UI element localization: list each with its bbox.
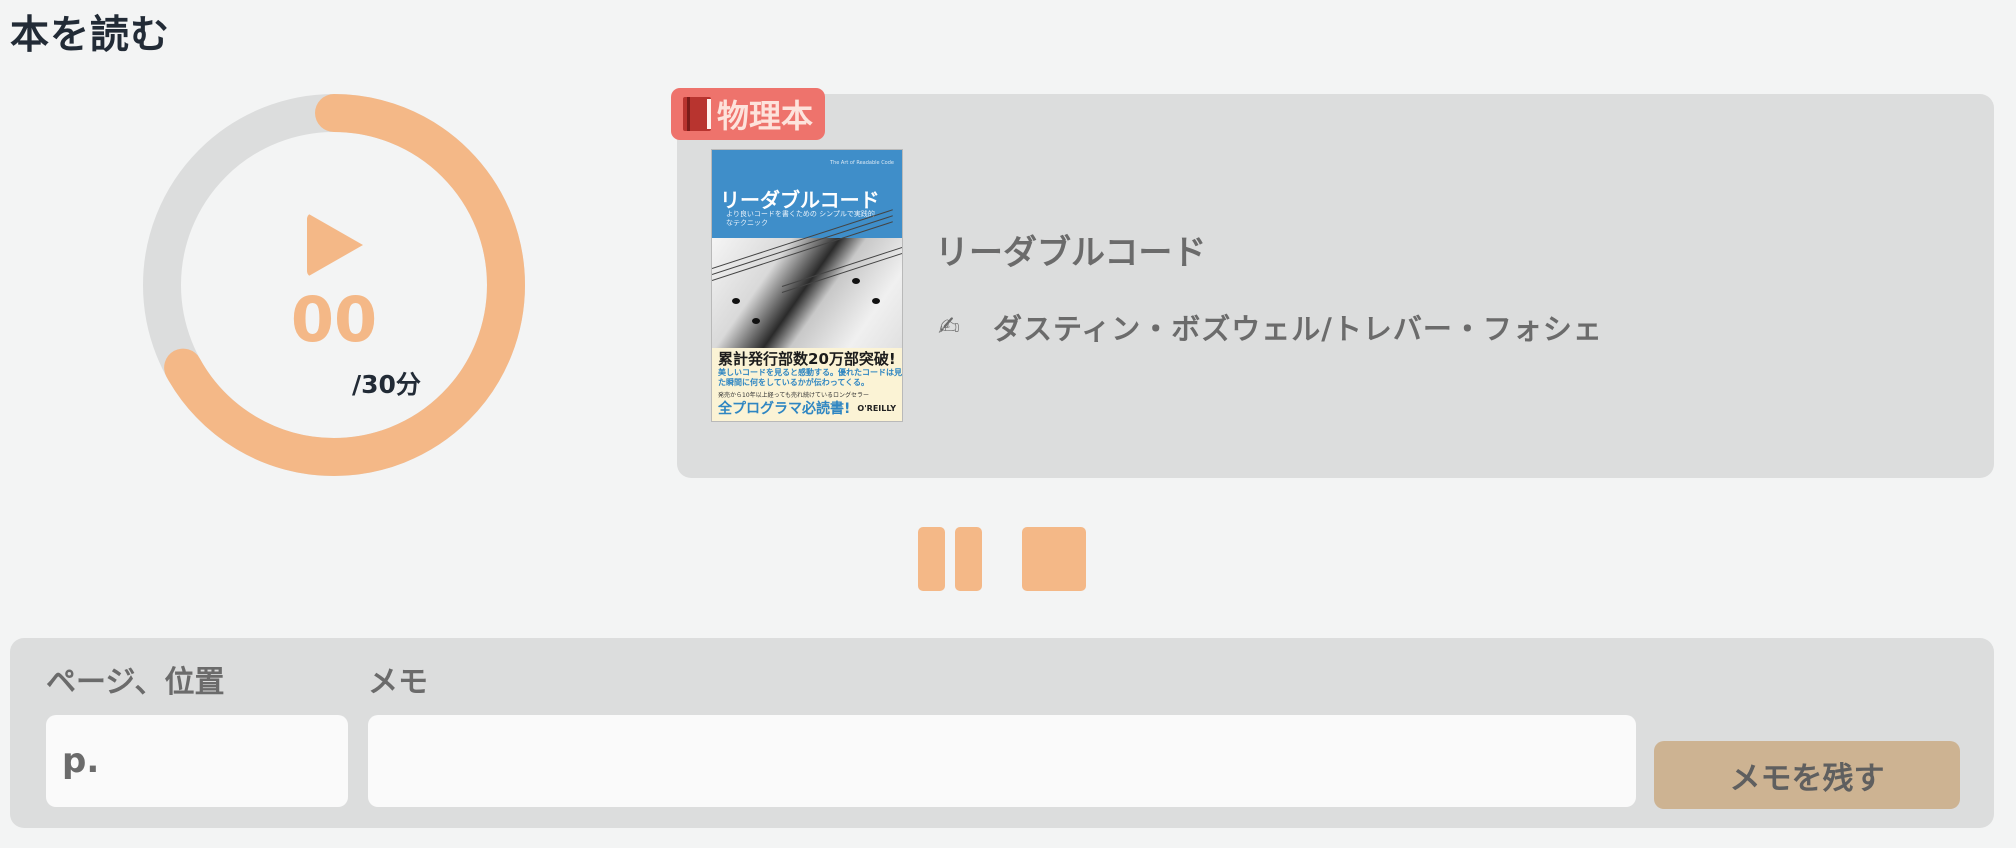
elapsed-minutes: 00 bbox=[290, 283, 378, 356]
cover-subtitle: より良いコードを書くための シンプルで実践的なテクニック bbox=[726, 210, 875, 227]
memo-input[interactable] bbox=[368, 715, 1636, 807]
book-author: ダスティン・ボズウェル/トレバー・フォシェ bbox=[993, 312, 1603, 346]
play-icon[interactable] bbox=[307, 213, 363, 277]
cover-small-text: The Art of Readable Code bbox=[830, 160, 894, 166]
cover-tagline: 全プログラマ必読書! bbox=[718, 401, 851, 417]
cover-sheet-music-image bbox=[712, 209, 902, 348]
red-book-icon bbox=[683, 97, 711, 131]
book-type-label: 物理本 bbox=[717, 97, 814, 135]
cover-header: The Art of Readable Code リーダブルコード より良いコー… bbox=[712, 150, 902, 238]
page-position-label: ページ、位置 bbox=[46, 665, 225, 700]
pause-icon-bar bbox=[955, 527, 982, 591]
pen-icon: ✍ bbox=[938, 312, 960, 342]
stop-button[interactable] bbox=[1022, 527, 1086, 591]
cover-publisher-logo: O'REILLY bbox=[857, 404, 896, 413]
cover-title: リーダブルコード bbox=[720, 188, 880, 212]
book-title: リーダブルコード bbox=[935, 233, 1207, 273]
reading-timer: 00 /30分 bbox=[142, 93, 526, 477]
pause-button[interactable] bbox=[918, 527, 982, 591]
book-type-badge: 物理本 bbox=[671, 88, 826, 140]
page-title: 本を読む bbox=[10, 13, 171, 58]
goal-minutes: /30分 bbox=[352, 370, 421, 399]
cover-description: 美しいコードを見ると感動する。優れたコードは見た瞬間に何をしているかが伝わってく… bbox=[718, 368, 902, 387]
memo-label: メモ bbox=[368, 665, 428, 700]
cover-headline: 累計発行部数20万部突破! bbox=[718, 350, 896, 368]
save-memo-button[interactable]: メモを残す bbox=[1654, 741, 1960, 809]
author-row: ✍ ダスティン・ボズウェル/トレバー・フォシェ bbox=[935, 306, 1603, 348]
page-position-input[interactable] bbox=[46, 715, 348, 807]
pause-icon bbox=[918, 527, 945, 591]
book-cover: The Art of Readable Code リーダブルコード より良いコー… bbox=[711, 149, 903, 422]
